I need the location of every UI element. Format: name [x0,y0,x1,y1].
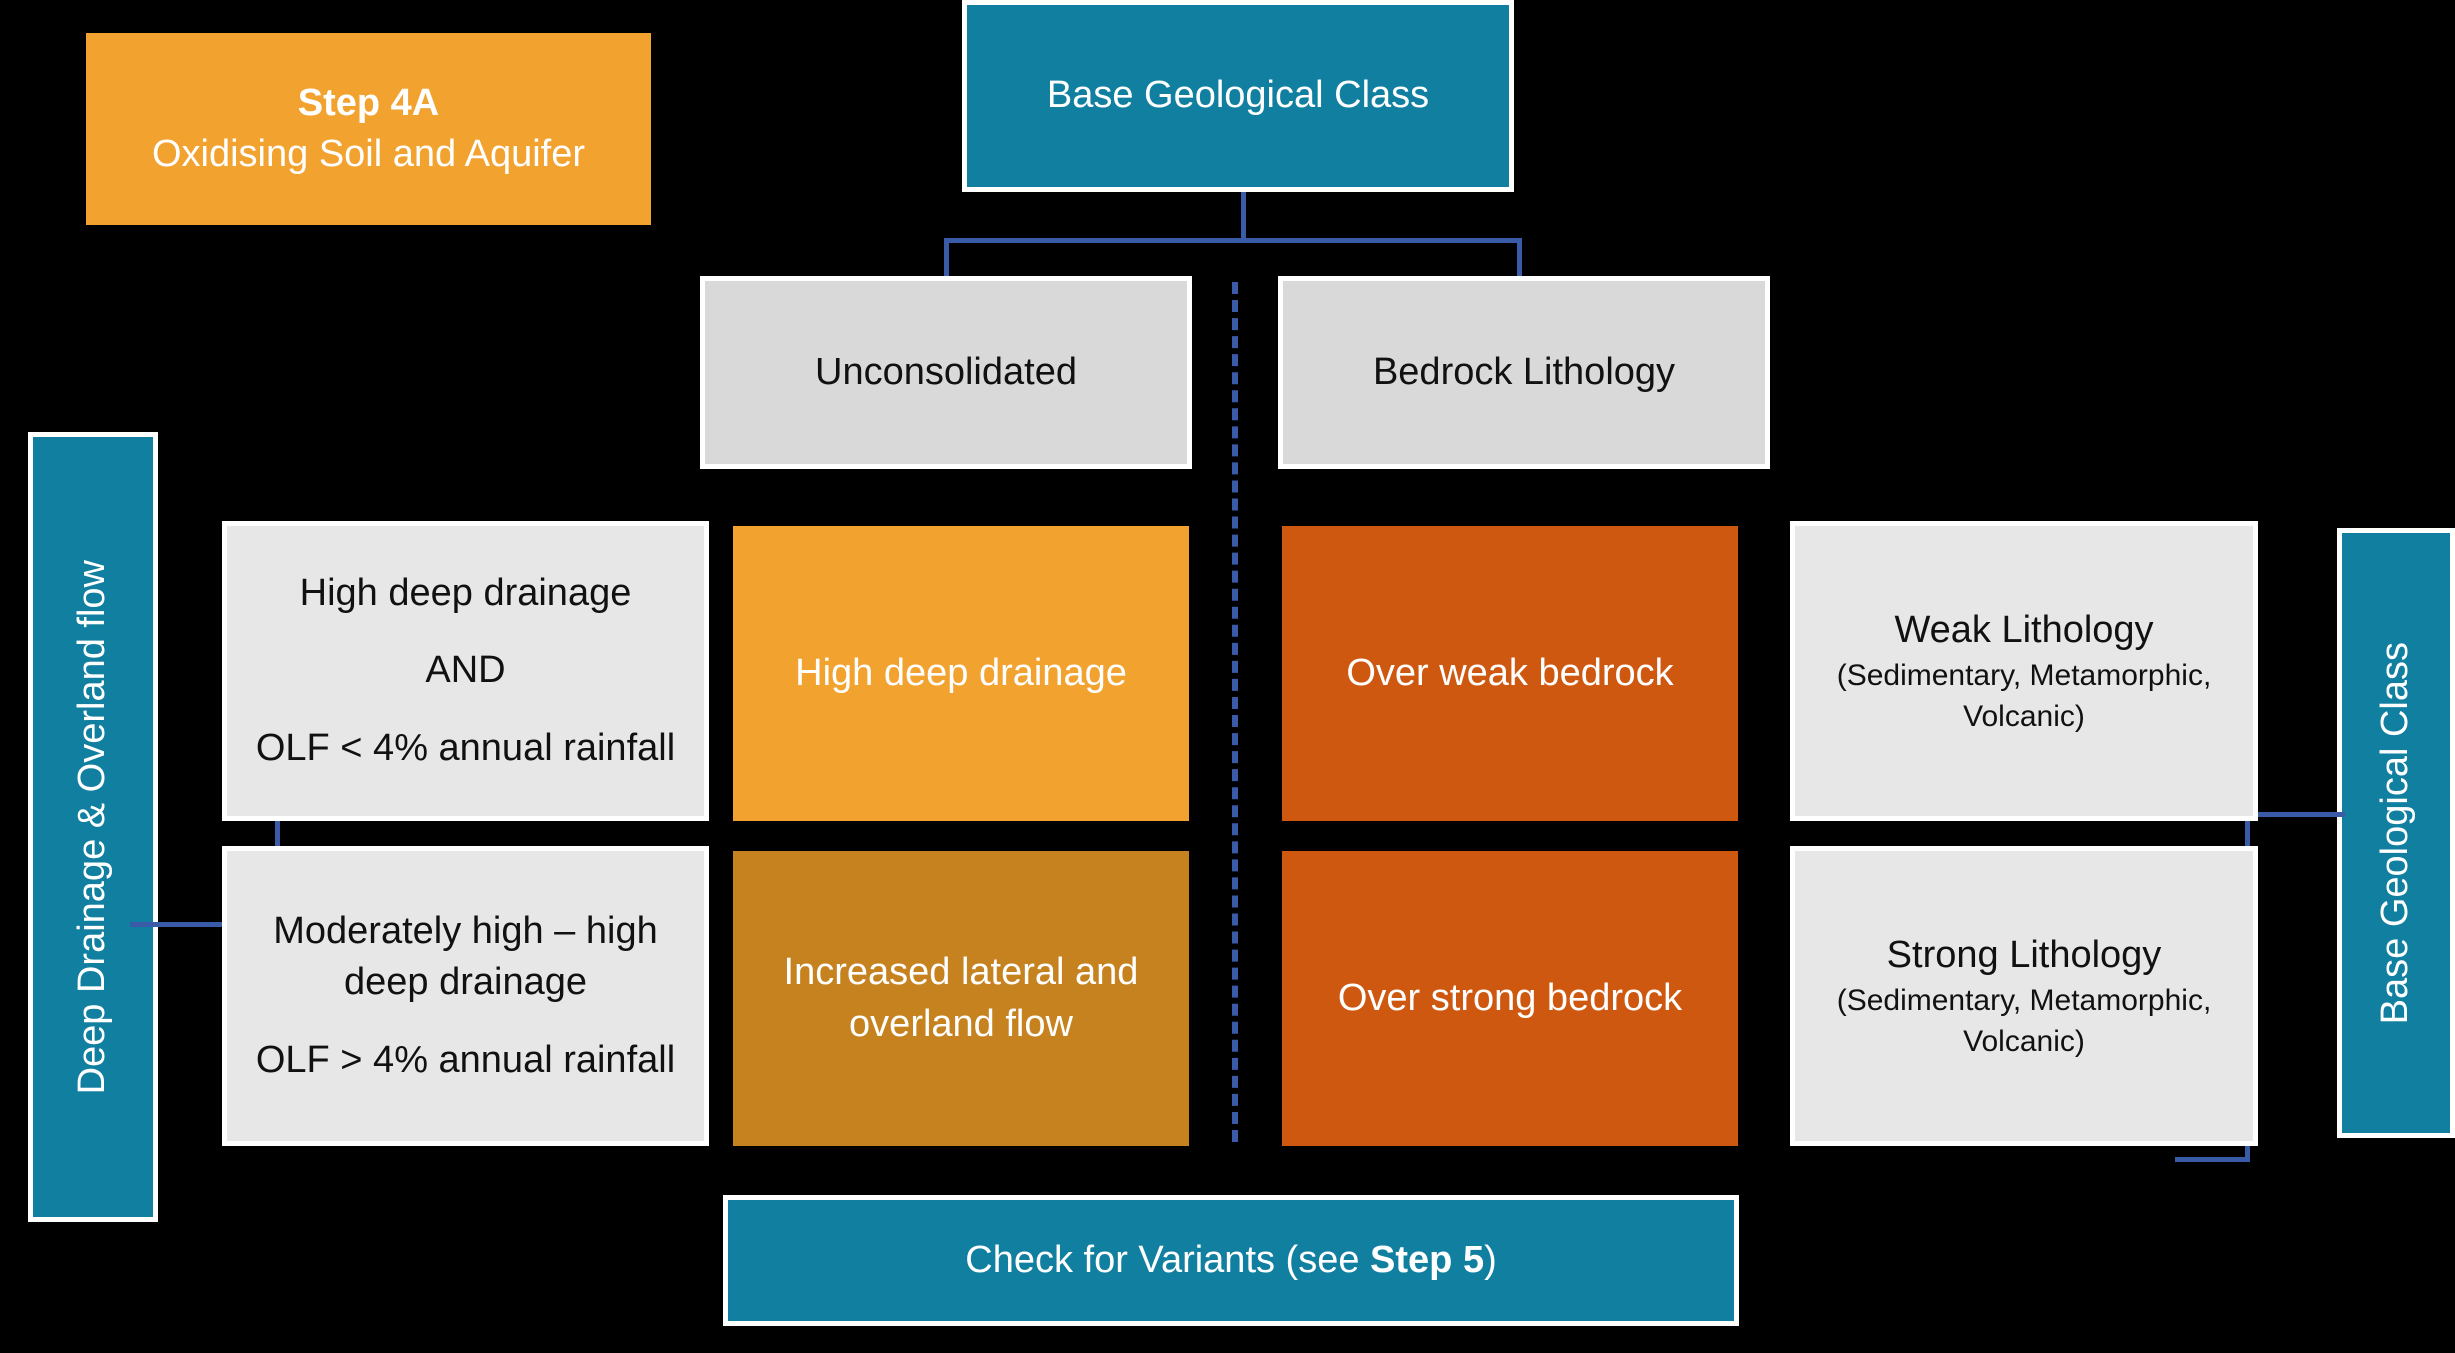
footer-suffix: ) [1484,1238,1497,1281]
row-2-lithology[interactable]: Strong Lithology (Sedimentary, Metamorph… [1790,846,2258,1146]
row-1-unconsolidated-outcome[interactable]: High deep drainage [733,526,1189,821]
branch-unconsolidated-label: Unconsolidated [815,350,1077,393]
row-2-condition-line-2: deep drainage [344,961,587,1004]
axis-deep-drainage-overland-flow-label: Deep Drainage & Overland flow [71,559,114,1095]
branch-bedrock-lithology-label: Bedrock Lithology [1372,350,1676,393]
row-2-lithology-title: Strong Lithology [1886,933,2162,976]
axis-base-geological-class: Base Geological Class [2337,528,2455,1138]
axis-deep-drainage-overland-flow: Deep Drainage & Overland flow [28,432,158,1222]
row-1-condition-line-1: High deep drainage [299,572,632,615]
diagram-canvas: Step 4A Oxidising Soil and Aquifer Base … [0,0,2455,1353]
axis-base-geological-class-label: Base Geological Class [2374,641,2417,1025]
row-1-bedrock-outcome[interactable]: Over weak bedrock [1282,526,1738,821]
row-1-condition-line-2: AND [425,649,506,692]
row-2-unconsolidated-outcome-label: Increased lateral and overland flow [783,951,1139,1045]
row-2-bedrock-outcome[interactable]: Over strong bedrock [1282,851,1738,1146]
step-banner-title: Step 4A [297,81,440,124]
section-divider [1232,282,1238,1142]
footer-check-variants[interactable]: Check for Variants (see Step 5) [723,1195,1739,1326]
connector-top-bar [944,238,1522,243]
step-banner-subtitle: Oxidising Soil and Aquifer [151,133,586,175]
branch-bedrock-lithology[interactable]: Bedrock Lithology [1278,276,1770,469]
row-2-lithology-detail: (Sedimentary, Metamorphic, Volcanic) [1836,984,2212,1058]
row-2-bedrock-outcome-label: Over strong bedrock [1337,976,1683,1019]
connector-right-bottom-arm [2175,1157,2250,1162]
row-2-condition[interactable]: Moderately high – high deep drainage OLF… [222,846,709,1146]
footer-prefix: Check for Variants (see [965,1238,1371,1281]
row-1-bedrock-outcome-label: Over weak bedrock [1346,651,1674,694]
node-base-geological-class[interactable]: Base Geological Class [962,0,1514,192]
footer-emphasis: Step 5 [1370,1238,1485,1281]
row-1-unconsolidated-outcome-label: High deep drainage [795,651,1127,694]
branch-unconsolidated[interactable]: Unconsolidated [700,276,1192,469]
row-1-condition[interactable]: High deep drainage AND OLF < 4% annual r… [222,521,709,821]
row-1-lithology-title: Weak Lithology [1894,608,2154,651]
row-1-lithology-detail: (Sedimentary, Metamorphic, Volcanic) [1836,659,2212,733]
row-2-unconsolidated-outcome[interactable]: Increased lateral and overland flow [733,851,1189,1146]
row-2-condition-line-1: Moderately high – high [273,910,658,953]
connector-right-stem [2245,812,2345,817]
connector-top-stem [1241,192,1246,240]
row-1-lithology[interactable]: Weak Lithology (Sedimentary, Metamorphic… [1790,521,2258,821]
step-banner: Step 4A Oxidising Soil and Aquifer [86,33,651,225]
footer-check-variants-label: Check for Variants (see Step 5) [965,1235,1497,1286]
connector-branch-right [1517,238,1522,280]
connector-branch-left [944,238,949,280]
row-1-condition-line-3: OLF < 4% annual rainfall [255,726,676,769]
node-base-geological-class-label: Base Geological Class [1046,74,1430,117]
row-2-condition-line-3: OLF > 4% annual rainfall [255,1038,676,1081]
